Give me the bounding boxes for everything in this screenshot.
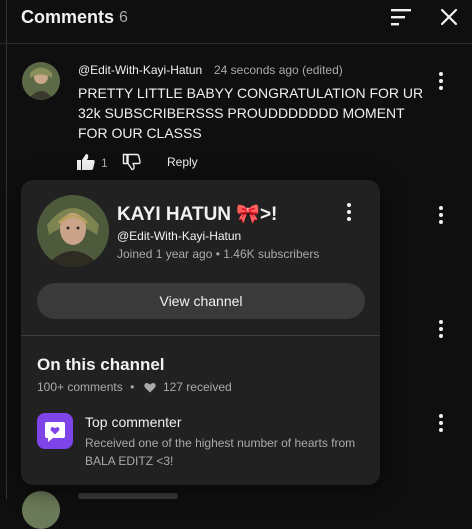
channel-handle: @Edit-With-Kayi-Hatun	[117, 229, 242, 243]
thumbs-up-icon	[77, 154, 95, 170]
channel-meta: Joined 1 year ago • 1.46K subscribers	[117, 247, 320, 261]
comments-count-stat: 100+ comments	[37, 380, 123, 394]
comments-count: 6	[119, 9, 128, 26]
close-icon	[440, 8, 458, 26]
card-divider	[21, 335, 380, 336]
sort-button[interactable]	[388, 6, 414, 28]
sort-icon	[391, 9, 411, 26]
comment-text: PRETTY LITTLE BABYY CONGRATULATION FOR U…	[78, 85, 424, 141]
channel-name: KAYI HATUN 🎀>!	[117, 204, 278, 225]
stats-separator: •	[130, 380, 135, 394]
like-button[interactable]	[76, 153, 96, 171]
badge-description: Received one of the highest number of he…	[85, 436, 356, 468]
next-comment-avatar	[22, 491, 60, 529]
thumbs-down-icon	[122, 153, 141, 171]
reply-button[interactable]: Reply	[167, 155, 198, 169]
heart-icon	[143, 382, 156, 393]
comment-author-avatar[interactable]	[22, 62, 60, 100]
comment-more-button[interactable]	[431, 317, 451, 341]
comment-timestamp: 24 seconds ago (edited)	[214, 63, 343, 77]
hearts-received-stat: 127 received	[162, 380, 232, 394]
comment-heart-icon	[45, 422, 65, 442]
comment-more-button[interactable]	[431, 203, 451, 227]
comment-more-button[interactable]	[431, 411, 451, 435]
channel-stats: 100+ comments • 127 received	[37, 380, 232, 394]
comments-title: Comments	[21, 7, 115, 27]
top-commenter-badge	[37, 413, 73, 449]
next-comment-placeholder	[78, 493, 178, 499]
comment-author[interactable]: @Edit-With-Kayi-Hatun	[78, 63, 202, 77]
dislike-button[interactable]	[122, 153, 142, 171]
on-this-channel-title: On this channel	[37, 355, 165, 374]
channel-hover-card: KAYI HATUN 🎀>! @Edit-With-Kayi-Hatun Joi…	[21, 180, 380, 485]
channel-more-button[interactable]	[339, 200, 359, 224]
close-button[interactable]	[436, 5, 462, 29]
badge-title: Top commenter	[85, 414, 182, 430]
like-count: 1	[101, 156, 108, 170]
channel-avatar[interactable]	[37, 195, 109, 267]
panel-left-border	[6, 0, 7, 499]
comments-header: Comments 6	[0, 0, 472, 44]
view-channel-button[interactable]: View channel	[37, 283, 365, 319]
comment-more-button[interactable]	[431, 69, 451, 93]
